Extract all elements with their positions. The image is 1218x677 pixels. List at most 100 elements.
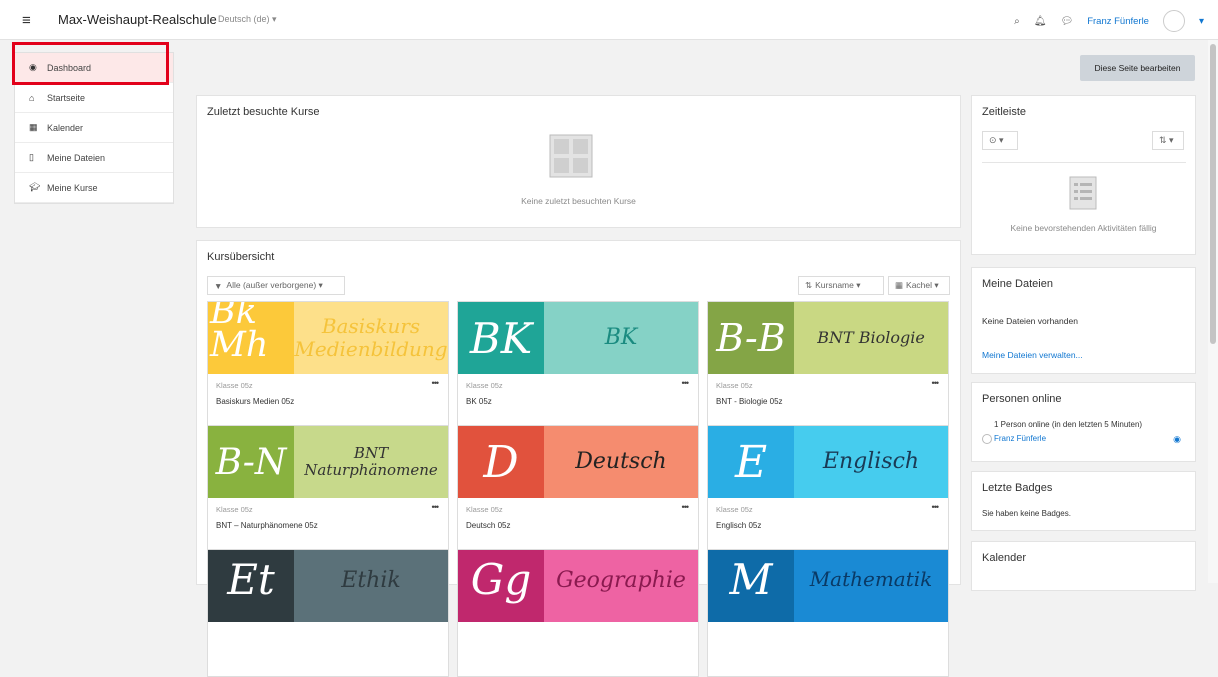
block-title: Meine Dateien: [982, 278, 1053, 290]
recent-courses-block: Zuletzt besuchte Kurse Keine zuletzt bes…: [196, 95, 961, 228]
course-image-left: E: [708, 426, 794, 498]
course-image-left: D: [458, 426, 544, 498]
course-abbrev: Gg: [470, 555, 532, 604]
block-title: Zeitleiste: [982, 106, 1027, 118]
course-abbrev: BK: [469, 313, 533, 363]
course-menu-icon[interactable]: •••: [682, 502, 690, 512]
avatar[interactable]: [1162, 10, 1185, 32]
course-image-right: BNT Naturphänomene: [294, 426, 448, 498]
course-card[interactable]: Bk Mh Basiskurs Medienbildung Klasse 05z…: [207, 301, 449, 429]
home-icon: ⌂: [29, 92, 35, 103]
course-category: Klasse 05z: [216, 381, 253, 390]
course-name[interactable]: BK 05z: [466, 397, 492, 406]
course-category: Klasse 05z: [216, 505, 253, 514]
course-card[interactable]: Et Ethik: [207, 549, 449, 677]
course-image-right: Mathematik: [794, 550, 948, 622]
sidebar-item-label: Kalender: [47, 122, 84, 133]
course-card[interactable]: Gg Geographie: [457, 549, 699, 677]
site-name[interactable]: Max-Weishaupt-Realschule: [58, 12, 217, 27]
block-title: Kursübersicht: [207, 251, 275, 263]
course-name[interactable]: BNT – Naturphänomene 05z: [216, 521, 318, 530]
course-card[interactable]: E Englisch Klasse 05z ••• Englisch 05z: [707, 425, 949, 553]
calendar-icon: ▦: [29, 122, 38, 132]
course-category: Klasse 05z: [716, 381, 753, 390]
course-image: BK BK: [458, 302, 698, 374]
course-image: Gg Geographie: [458, 550, 698, 622]
course-image: B-N BNT Naturphänomene: [208, 426, 448, 498]
course-abbrev: M: [729, 555, 773, 604]
course-image-right: BNT Biologie: [794, 302, 948, 374]
course-card[interactable]: B-N BNT Naturphänomene Klasse 05z ••• BN…: [207, 425, 449, 553]
timeline-filter-dropdown[interactable]: ⊙ ▾: [982, 131, 1018, 150]
files-empty-text: Keine Dateien vorhanden: [982, 316, 1078, 326]
course-category: Klasse 05z: [716, 505, 753, 514]
sort-icon: ⇅: [805, 280, 813, 290]
course-image-left: Et: [208, 550, 294, 622]
caret-down-icon[interactable]: ▾: [1199, 16, 1204, 27]
sort-dropdown[interactable]: ⇅ Kursname ▾: [798, 276, 884, 295]
timeline-sort-dropdown[interactable]: ⇅ ▾: [1152, 131, 1184, 150]
course-card[interactable]: M Mathematik: [707, 549, 949, 677]
filter-label: Alle (außer verborgene) ▾: [226, 280, 323, 290]
sort-label: Kursname ▾: [815, 280, 861, 290]
course-image-left: B-B: [708, 302, 794, 374]
sidebar-item-label: Meine Dateien: [47, 152, 106, 163]
badges-block: Letzte Badges Sie haben keine Badges.: [971, 471, 1196, 531]
course-title-art: Deutsch: [575, 449, 667, 475]
sidebar-item-kalender[interactable]: ▦ Kalender: [15, 113, 173, 143]
block-title: Personen online: [982, 393, 1062, 405]
language-selector[interactable]: Deutsch (de) ▾: [218, 14, 277, 25]
chat-icon[interactable]: 💬︎: [1060, 16, 1073, 27]
sidebar-item-meine-dateien[interactable]: ▯ Meine Dateien: [15, 143, 173, 173]
course-menu-icon[interactable]: •••: [432, 502, 440, 512]
course-card[interactable]: B-B BNT Biologie Klasse 05z ••• BNT - Bi…: [707, 301, 949, 429]
course-card[interactable]: BK BK Klasse 05z ••• BK 05z: [457, 301, 699, 429]
course-category: Klasse 05z: [466, 381, 503, 390]
course-menu-icon[interactable]: •••: [932, 502, 940, 512]
scrollbar-thumb[interactable]: [1210, 44, 1216, 344]
course-image-right: Deutsch: [544, 426, 698, 498]
manage-files-link[interactable]: Meine Dateien verwalten...: [982, 350, 1083, 360]
view-dropdown[interactable]: ▦ Kachel ▾: [888, 276, 950, 295]
online-users-block: Personen online 1 Person online (in den …: [971, 382, 1196, 462]
course-name[interactable]: BNT - Biologie 05z: [716, 397, 783, 406]
sidebar-item-startseite[interactable]: ⌂ Startseite: [15, 83, 173, 113]
online-user-link[interactable]: Franz Fünferle: [994, 434, 1046, 443]
course-abbrev: Bk Mh: [210, 302, 269, 365]
timeline-block: Zeitleiste ⊙ ▾ ⇅ ▾ Keine bevorstehenden …: [971, 95, 1196, 255]
sidebar-item-label: Startseite: [47, 92, 86, 103]
course-menu-icon[interactable]: •••: [682, 378, 690, 388]
course-name[interactable]: Basiskurs Medien 05z: [216, 397, 294, 406]
user-menu-name[interactable]: Franz Fünferle: [1087, 16, 1149, 27]
course-image-left: BK: [458, 302, 544, 374]
course-card[interactable]: D Deutsch Klasse 05z ••• Deutsch 05z: [457, 425, 699, 553]
course-name[interactable]: Englisch 05z: [716, 521, 761, 530]
sidebar-item-meine-kurse[interactable]: 🎓︎ Meine Kurse: [15, 173, 173, 203]
top-navbar: ≡ Max-Weishaupt-Realschule Deutsch (de) …: [0, 0, 1218, 40]
grid-icon: ▦: [895, 280, 904, 290]
course-image-left: B-N: [208, 426, 294, 498]
block-title: Kalender: [982, 552, 1027, 564]
hamburger-menu-icon[interactable]: ≡: [22, 12, 31, 29]
course-image: Bk Mh Basiskurs Medienbildung: [208, 302, 448, 374]
course-image-right: Basiskurs Medienbildung: [294, 302, 448, 374]
divider: [982, 162, 1186, 163]
private-files-block: Meine Dateien Keine Dateien vorhanden Me…: [971, 267, 1196, 374]
course-image: E Englisch: [708, 426, 948, 498]
course-menu-icon[interactable]: •••: [932, 378, 940, 388]
course-name[interactable]: Deutsch 05z: [466, 521, 510, 530]
bell-icon[interactable]: 🔔︎: [1034, 16, 1047, 27]
block-title: Zuletzt besuchte Kurse: [207, 106, 320, 118]
edit-page-button[interactable]: Diese Seite bearbeiten: [1080, 55, 1195, 81]
filter-dropdown[interactable]: ▼ Alle (außer verborgene) ▾: [207, 276, 345, 295]
search-icon[interactable]: ⌕: [1014, 16, 1020, 27]
course-title-art: BK: [604, 325, 638, 351]
course-image-right: Englisch: [794, 426, 948, 498]
course-title-art: Englisch: [822, 449, 920, 475]
view-label: Kachel ▾: [906, 280, 939, 290]
course-title-art: BNT Naturphänomene: [304, 443, 438, 479]
sidebar-item-dashboard[interactable]: ◉ Dashboard: [15, 53, 173, 83]
user-avatar-icon: [982, 434, 992, 444]
course-menu-icon[interactable]: •••: [432, 378, 440, 388]
eye-icon[interactable]: ◉: [1173, 434, 1181, 445]
